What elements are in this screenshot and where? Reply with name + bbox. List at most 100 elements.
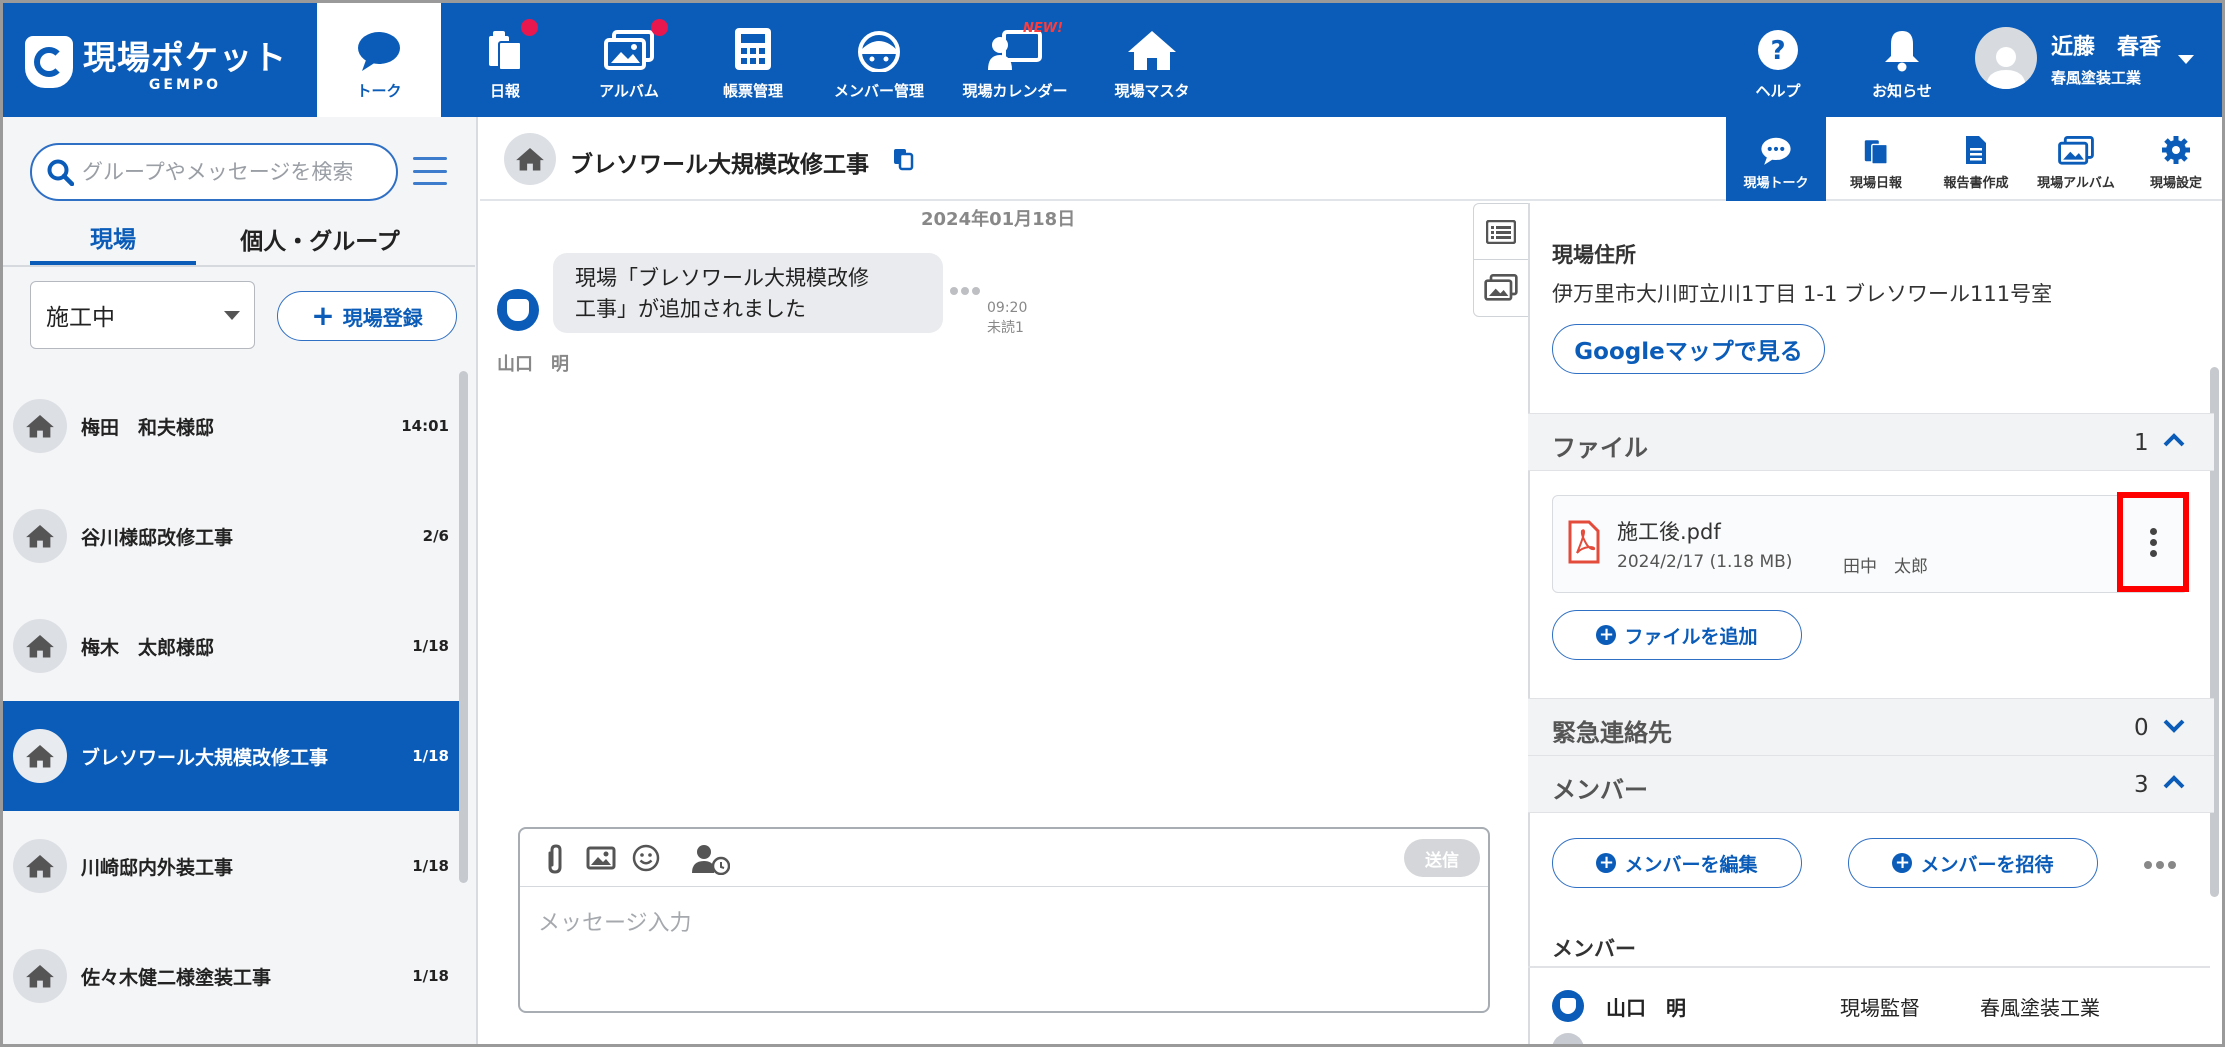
user-company: 春風塗装工業 xyxy=(2051,68,2142,87)
plus-icon: + xyxy=(311,299,335,332)
message-time: 09:20 未読1 xyxy=(987,300,1028,336)
notification-dot xyxy=(521,19,538,36)
dropdown-arrow-icon xyxy=(224,311,240,320)
app-window: 現場ポケット GEMPO トーク 日報 アルバム 帳票管理 メンバー管理 NEW… xyxy=(0,0,2225,1047)
tab-site-talk[interactable]: 現場トーク xyxy=(1726,117,1826,201)
chevron-up-icon xyxy=(2163,433,2185,447)
emoji-icon[interactable] xyxy=(632,844,660,872)
file-uploader: 田中 太郎 xyxy=(1843,557,1928,577)
chat-bubble-icon xyxy=(1761,137,1791,165)
plus-circle-icon: + xyxy=(1596,853,1617,873)
search-input[interactable] xyxy=(82,160,392,184)
album-icon xyxy=(2058,136,2094,165)
app-logo[interactable]: 現場ポケット GEMPO xyxy=(25,31,287,93)
pdf-file-icon xyxy=(1568,520,1600,564)
members-section-header[interactable]: メンバー 3 xyxy=(1528,755,2214,813)
house-icon xyxy=(13,839,67,893)
user-silhouette-icon xyxy=(1986,47,2026,89)
plus-circle-icon: + xyxy=(1892,853,1913,873)
add-file-button[interactable]: + ファイルを追加 xyxy=(1552,610,1802,660)
list-item-selected[interactable]: ブレソワール大規模改修工事 1/18 xyxy=(3,701,459,811)
avatar xyxy=(1975,27,2037,89)
nav-daily-report[interactable]: 日報 xyxy=(455,3,555,117)
file-menu-kebab-icon[interactable] xyxy=(2117,492,2189,592)
tab-sites[interactable]: 現場 xyxy=(30,213,196,265)
copy-icon[interactable] xyxy=(892,147,914,171)
members-list-label: メンバー xyxy=(1552,937,1636,961)
paperclip-icon[interactable] xyxy=(544,843,566,875)
edit-members-button[interactable]: + メンバーを編集 xyxy=(1552,838,1802,888)
notification-dot xyxy=(651,19,668,36)
house-icon xyxy=(13,509,67,563)
gallery-view-icon[interactable] xyxy=(1474,260,1528,316)
file-meta: 2024/2/17 (1.18 MB) xyxy=(1617,552,1793,572)
list-item[interactable]: 佐々木健二様塗装工事 1/18 xyxy=(3,921,459,1031)
list-item[interactable]: 谷川様邸改修工事 2/6 xyxy=(3,481,459,591)
member-name: 山口 明 xyxy=(1606,995,1686,1020)
system-avatar-icon xyxy=(497,289,539,331)
nav-forms[interactable]: 帳票管理 xyxy=(703,3,803,117)
site-sidebar: 現場 個人・グループ 施工中 + 現場登録 梅田 和夫様邸 14:01 谷川様邸… xyxy=(3,117,478,1044)
more-options-icon[interactable] xyxy=(2144,861,2176,869)
invite-members-button[interactable]: + メンバーを招待 xyxy=(1848,838,2098,888)
nav-site-calendar[interactable]: NEW! 現場カレンダー xyxy=(953,3,1077,117)
register-site-button[interactable]: + 現場登録 xyxy=(277,291,457,341)
panel-toggles xyxy=(1473,203,1529,317)
tab-report-create[interactable]: 報告書作成 xyxy=(1926,117,2026,201)
tab-site-daily-report[interactable]: 現場日報 xyxy=(1826,117,1926,201)
menu-icon[interactable] xyxy=(413,157,447,185)
chat-header: ブレソワール大規模改修工事 xyxy=(480,117,1726,201)
gear-icon xyxy=(2162,136,2190,164)
chevron-down-icon xyxy=(2163,719,2185,733)
file-item[interactable]: 施工後.pdf 2024/2/17 (1.18 MB) 田中 太郎 xyxy=(1552,492,2189,593)
list-view-icon[interactable] xyxy=(1474,204,1528,260)
message-options-icon[interactable] xyxy=(950,287,980,295)
nav-site-master[interactable]: 現場マスタ xyxy=(1101,3,1203,117)
site-list: 梅田 和夫様邸 14:01 谷川様邸改修工事 2/6 梅木 太郎様邸 1/18 … xyxy=(3,371,459,1031)
bell-icon xyxy=(1885,31,1919,72)
member-row-partial xyxy=(1552,1033,2192,1044)
chat-bubble-icon xyxy=(358,32,400,71)
daily-report-icon xyxy=(489,31,522,71)
message-composer: 送信 メッセージ入力 xyxy=(518,827,1490,1013)
emergency-contacts-section-header[interactable]: 緊急連絡先 0 xyxy=(1528,698,2214,756)
sidebar-tabs: 現場 個人・グループ xyxy=(3,213,475,267)
user-menu-caret-icon[interactable] xyxy=(2178,55,2194,64)
user-menu[interactable]: 近藤 春香 春風塗装工業 xyxy=(1975,27,2161,89)
scheduled-message-icon[interactable] xyxy=(692,843,730,875)
date-separator: 2024年01月18日 xyxy=(921,209,1076,230)
search-box xyxy=(30,143,398,201)
files-section-header[interactable]: ファイル 1 xyxy=(1528,413,2214,471)
member-avatar-icon xyxy=(1552,990,1584,1022)
tab-site-settings[interactable]: 現場設定 xyxy=(2126,117,2222,201)
tab-personal-group[interactable]: 個人・グループ xyxy=(225,213,415,265)
message-bubble[interactable]: 現場「ブレソワール大規模改修 工事」が追加されました xyxy=(553,253,943,333)
logo-mark-icon xyxy=(25,36,73,88)
nav-talk[interactable]: トーク xyxy=(317,3,441,117)
nav-help[interactable]: ? ヘルプ xyxy=(1733,3,1823,117)
list-item[interactable]: 梅木 太郎様邸 1/18 xyxy=(3,591,459,701)
message-input[interactable]: メッセージ入力 xyxy=(538,905,692,937)
message-sender: 山口 明 xyxy=(497,354,569,375)
file-name: 施工後.pdf xyxy=(1617,520,1721,544)
search-icon xyxy=(47,159,74,186)
logo-title: 現場ポケット xyxy=(83,38,287,77)
tab-site-album[interactable]: 現場アルバム xyxy=(2026,117,2126,201)
nav-member-management[interactable]: メンバー管理 xyxy=(823,3,935,117)
list-item[interactable]: 川崎邸内外装工事 1/18 xyxy=(3,811,459,921)
status-filter-select[interactable]: 施工中 xyxy=(30,281,255,349)
house-icon xyxy=(13,949,67,1003)
member-row[interactable]: 山口 明 現場監督 春風塗装工業 xyxy=(1552,989,2192,1023)
document-icon xyxy=(1966,136,1986,164)
nav-notifications[interactable]: お知らせ xyxy=(1857,3,1947,117)
send-button[interactable]: 送信 xyxy=(1404,839,1480,877)
site-tabs: 現場トーク 現場日報 報告書作成 現場アルバム 現場設定 xyxy=(1726,117,2222,201)
google-map-button[interactable]: Googleマップで見る xyxy=(1552,324,1825,374)
nav-album[interactable]: アルバム xyxy=(579,3,679,117)
svg-text:?: ? xyxy=(1770,36,1785,66)
album-icon xyxy=(604,30,654,70)
sidebar-scrollbar[interactable] xyxy=(459,371,468,883)
list-item[interactable]: 梅田 和夫様邸 14:01 xyxy=(3,371,459,481)
image-icon[interactable] xyxy=(586,845,616,871)
member-company: 春風塗装工業 xyxy=(1980,995,2100,1020)
